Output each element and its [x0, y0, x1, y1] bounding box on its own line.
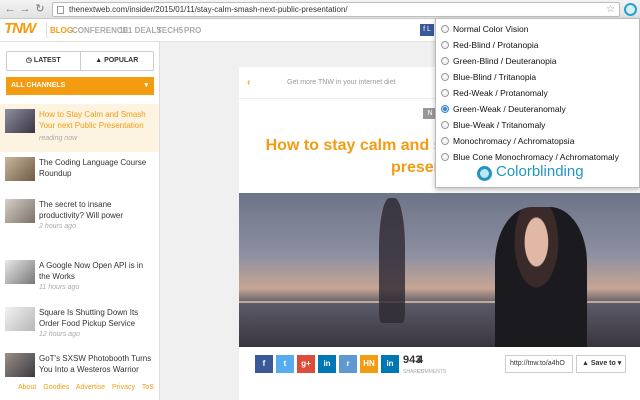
nav-blog[interactable]: BLOG — [50, 26, 73, 35]
thumbnail — [5, 199, 35, 223]
channels-dropdown[interactable]: ALL CHANNELS ▾ — [6, 77, 154, 95]
browser-toolbar: ← → ↻ thenextweb.com/insider/2015/01/11/… — [0, 0, 640, 19]
save-to-button[interactable]: ▲ Save to ▾ — [576, 355, 626, 373]
nav-divider — [46, 22, 47, 38]
option-protanopia[interactable]: Red-Blind / Protanopia — [441, 38, 539, 52]
sidebar-footer: About Goodies Advertise Privacy ToS — [18, 384, 159, 391]
radio-icon — [441, 152, 449, 161]
sidebar-tabs: ◷ LATEST ▲ POPULAR — [6, 51, 154, 71]
colorblinding-popup: Normal Color Vision Red-Blind / Protanop… — [435, 18, 640, 188]
facebook-icon[interactable]: f L — [420, 24, 434, 36]
reddit-share-icon[interactable]: r — [339, 355, 357, 373]
radio-icon — [441, 40, 449, 49]
short-url-field[interactable]: http://tnw.to/a4hO — [505, 355, 573, 373]
footer-link-goodies[interactable]: Goodies — [43, 384, 69, 391]
list-item[interactable]: A Google Now Open API is in the Works 11… — [0, 255, 159, 303]
comments-count: 4 — [417, 354, 424, 366]
list-item-title: The secret to insane productivity? Will … — [39, 200, 124, 220]
footer-link-privacy[interactable]: Privacy — [112, 384, 135, 391]
radio-icon — [441, 72, 449, 81]
list-item-title: The Coding Language Course Roundup — [39, 158, 147, 178]
chevron-left-icon[interactable]: ‹ — [247, 67, 250, 99]
bookmark-star-icon[interactable]: ☆ — [606, 3, 615, 16]
twitter-share-icon[interactable]: t — [276, 355, 294, 373]
share-bar: f t g+ in r HN in 943 SHARES 4 COMMENTS … — [239, 347, 640, 379]
list-item-title: GoT's SXSW Photobooth Turns You Into a W… — [39, 354, 152, 374]
colorblinding-logo-icon — [477, 166, 492, 181]
thumbnail — [5, 307, 35, 331]
tab-popular[interactable]: ▲ POPULAR — [79, 52, 154, 70]
speaker-photo — [495, 207, 587, 347]
option-tritanopia[interactable]: Blue-Blind / Tritanopia — [441, 70, 536, 84]
colorblinding-brand: Colorblinding — [496, 163, 584, 180]
list-item-title: Square Is Shutting Down Its Order Food P… — [39, 308, 139, 328]
linkedin-share-icon[interactable]: in — [318, 355, 336, 373]
channels-label: ALL CHANNELS — [11, 82, 66, 89]
list-item-meta: 11 hours ago — [39, 284, 80, 291]
option-deuteranomaly[interactable]: Green-Weak / Deuteranomaly — [441, 102, 566, 116]
thumbnail — [5, 109, 35, 133]
radio-selected-icon — [441, 104, 449, 113]
list-item[interactable]: How to Stay Calm and Smash Your next Pub… — [0, 104, 159, 152]
radio-icon — [441, 88, 449, 97]
address-bar[interactable]: thenextweb.com/insider/2015/01/11/stay-c… — [52, 2, 620, 17]
colorblinding-extension-icon[interactable] — [624, 3, 637, 16]
footer-link-advertise[interactable]: Advertise — [76, 384, 105, 391]
footer-link-tos[interactable]: ToS — [142, 384, 154, 391]
reload-icon[interactable]: ↻ — [33, 2, 47, 16]
list-item[interactable]: Square Is Shutting Down Its Order Food P… — [0, 302, 159, 350]
radio-icon — [441, 120, 449, 129]
list-item[interactable]: The Coding Language Course Roundup — [0, 152, 159, 200]
option-achromatomaly[interactable]: Blue Cone Monochromacy / Achromatomaly — [441, 150, 619, 164]
chevron-down-icon: ▾ — [144, 82, 148, 89]
tab-latest[interactable]: ◷ LATEST — [7, 52, 80, 70]
inbox-share-icon[interactable]: in — [381, 355, 399, 373]
list-item[interactable]: The secret to insane productivity? Will … — [0, 194, 159, 242]
forward-arrow-icon[interactable]: → — [18, 2, 32, 16]
article-sidebar: ◷ LATEST ▲ POPULAR ALL CHANNELS ▾ How to… — [0, 42, 160, 400]
list-item-meta: 2 hours ago — [39, 223, 76, 230]
list-item-title: A Google Now Open API is in the Works — [39, 261, 144, 281]
distant-figure — [379, 198, 405, 323]
option-achromatopsia[interactable]: Monochromacy / Achromatopsia — [441, 134, 574, 148]
thumbnail — [5, 353, 35, 377]
list-item-title: How to Stay Calm and Smash Your next Pub… — [39, 110, 146, 130]
nav-pro[interactable]: PRO — [184, 26, 201, 35]
radio-icon — [441, 24, 449, 33]
radio-icon — [441, 56, 449, 65]
save-to-label: Save to — [590, 360, 616, 367]
option-deuteranopia[interactable]: Green-Blind / Deuteranopia — [441, 54, 556, 68]
url-text: thenextweb.com/insider/2015/01/11/stay-c… — [69, 5, 348, 14]
option-normal[interactable]: Normal Color Vision — [441, 22, 528, 36]
list-item-meta: 12 hours ago — [39, 331, 80, 338]
hero-image — [239, 193, 640, 347]
option-tritanomaly[interactable]: Blue-Weak / Tritanomaly — [441, 118, 545, 132]
tnw-logo[interactable]: TNW — [4, 20, 36, 37]
option-protanomaly[interactable]: Red-Weak / Protanomaly — [441, 86, 548, 100]
radio-icon — [441, 136, 449, 145]
nav-deals[interactable]: 101 DEALS — [119, 26, 162, 35]
thumbnail — [5, 157, 35, 181]
list-item-meta: reading now — [39, 135, 78, 142]
back-arrow-icon[interactable]: ← — [3, 2, 17, 16]
facebook-share-icon[interactable]: f — [255, 355, 273, 373]
page-icon — [57, 6, 64, 14]
promo-text: Get more TNW in your internet diet — [287, 79, 396, 86]
comments-label: COMMENTS — [417, 369, 447, 375]
thumbnail — [5, 260, 35, 284]
footer-link-about[interactable]: About — [18, 384, 36, 391]
nav-tech5[interactable]: TECH5 — [157, 26, 183, 35]
hackernews-share-icon[interactable]: HN — [360, 355, 378, 373]
google-plus-share-icon[interactable]: g+ — [297, 355, 315, 373]
